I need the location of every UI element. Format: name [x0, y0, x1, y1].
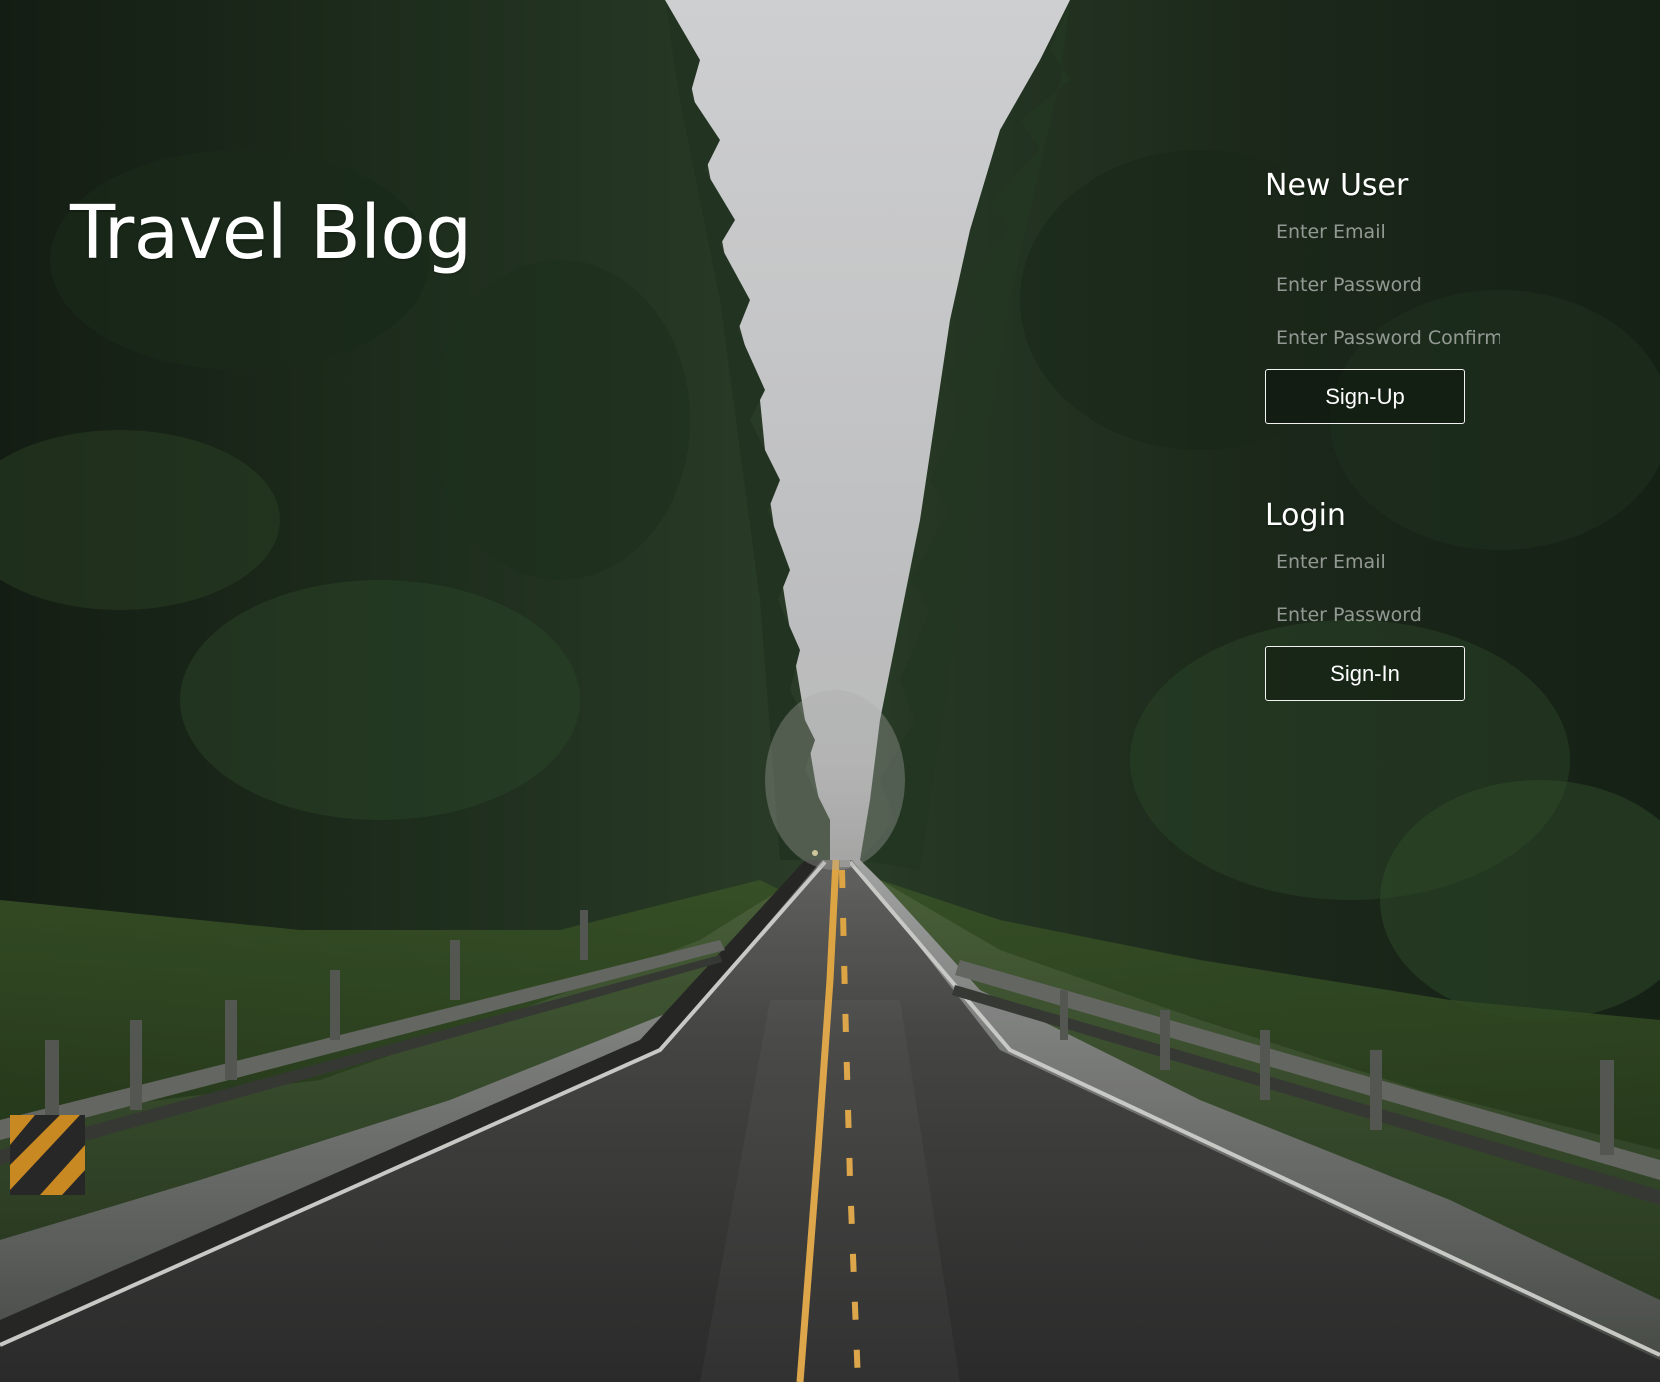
login-heading: Login: [1265, 498, 1346, 533]
auth-panel: New User Sign-Up Login Sign-In: [1265, 168, 1525, 775]
sign-up-button[interactable]: Sign-Up: [1265, 369, 1465, 424]
login-form: Login Sign-In: [1265, 498, 1525, 701]
signup-form: New User Sign-Up: [1265, 168, 1525, 424]
signup-email-field[interactable]: [1265, 210, 1500, 254]
page-title: Travel Blog: [70, 190, 472, 276]
signup-password-field[interactable]: [1265, 263, 1500, 307]
sign-in-button[interactable]: Sign-In: [1265, 646, 1465, 701]
signup-password-confirm-field[interactable]: [1265, 316, 1500, 360]
login-email-field[interactable]: [1265, 540, 1500, 584]
login-password-field[interactable]: [1265, 593, 1500, 637]
signup-heading: New User: [1265, 168, 1409, 203]
